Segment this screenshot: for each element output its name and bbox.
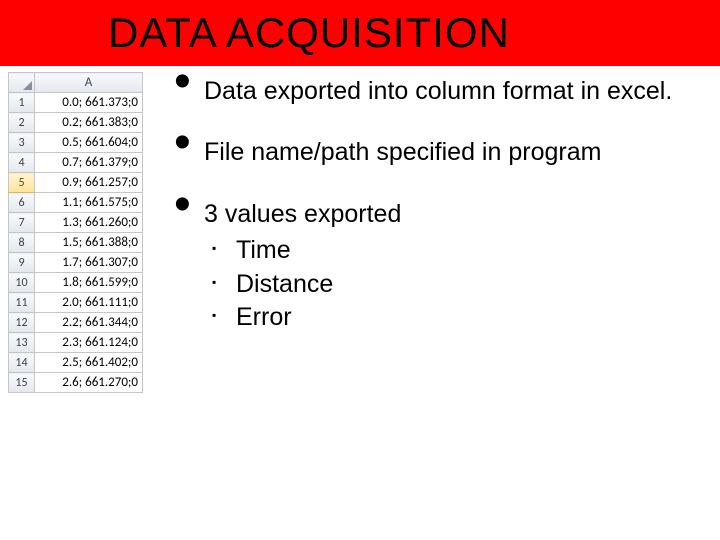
bullet-2-text: File name/path specified in program	[204, 138, 601, 166]
row-header: 7	[9, 213, 35, 233]
table-row: 91.7; 661.307;0	[9, 253, 143, 273]
cell-value: 1.3; 661.260;0	[35, 213, 143, 233]
content-area: A 10.0; 661.373;020.2; 661.383;030.5; 66…	[0, 66, 720, 540]
row-header: 4	[9, 153, 35, 173]
bullet-2: File name/path specified in program	[174, 137, 708, 168]
row-header: 8	[9, 233, 35, 253]
table-row: 40.7; 661.379;0	[9, 153, 143, 173]
sub-bullet-time: Time	[212, 234, 708, 268]
table-row: 71.3; 661.260;0	[9, 213, 143, 233]
excel-table: A 10.0; 661.373;020.2; 661.383;030.5; 66…	[8, 72, 143, 393]
sub-bullet-list: Time Distance Error	[212, 234, 708, 335]
bullet-text: Data exported into column format in exce…	[168, 66, 720, 540]
table-row: 10.0; 661.373;0	[9, 93, 143, 113]
table-row: 122.2; 661.344;0	[9, 313, 143, 333]
cell-value: 0.9; 661.257;0	[35, 173, 143, 193]
cell-value: 1.1; 661.575;0	[35, 193, 143, 213]
table-row: 81.5; 661.388;0	[9, 233, 143, 253]
sub-bullet-error: Error	[212, 301, 708, 335]
row-header: 13	[9, 333, 35, 353]
slide: DATA ACQUISITION A 10.0; 661.373;020.2; …	[0, 0, 720, 540]
row-header: 10	[9, 273, 35, 293]
table-row: 20.2; 661.383;0	[9, 113, 143, 133]
select-all-corner	[9, 73, 35, 93]
table-row: 101.8; 661.599;0	[9, 273, 143, 293]
table-row: 30.5; 661.604;0	[9, 133, 143, 153]
table-row: 61.1; 661.575;0	[9, 193, 143, 213]
bullet-1: Data exported into column format in exce…	[174, 76, 708, 107]
row-header: 11	[9, 293, 35, 313]
slide-title: DATA ACQUISITION	[108, 9, 510, 57]
bullet-1-text: Data exported into column format in exce…	[204, 77, 672, 105]
cell-value: 2.5; 661.402;0	[35, 353, 143, 373]
cell-value: 0.0; 661.373;0	[35, 93, 143, 113]
bullet-3-text: 3 values exported	[204, 200, 401, 228]
row-header: 1	[9, 93, 35, 113]
cell-value: 2.3; 661.124;0	[35, 333, 143, 353]
row-header: 14	[9, 353, 35, 373]
cell-value: 1.7; 661.307;0	[35, 253, 143, 273]
column-header-A: A	[35, 73, 143, 93]
cell-value: 0.5; 661.604;0	[35, 133, 143, 153]
row-header: 6	[9, 193, 35, 213]
row-header: 9	[9, 253, 35, 273]
table-row: 132.3; 661.124;0	[9, 333, 143, 353]
cell-value: 2.2; 661.344;0	[35, 313, 143, 333]
bullet-list: Data exported into column format in exce…	[174, 76, 708, 335]
cell-value: 1.5; 661.388;0	[35, 233, 143, 253]
table-row: 50.9; 661.257;0	[9, 173, 143, 193]
bullet-3: 3 values exported Time Distance Error	[174, 199, 708, 336]
cell-value: 2.0; 661.111;0	[35, 293, 143, 313]
cell-value: 0.7; 661.379;0	[35, 153, 143, 173]
spreadsheet-snippet: A 10.0; 661.373;020.2; 661.383;030.5; 66…	[0, 66, 168, 540]
row-header: 12	[9, 313, 35, 333]
row-header: 3	[9, 133, 35, 153]
row-header: 5	[9, 173, 35, 193]
row-header: 2	[9, 113, 35, 133]
cell-value: 0.2; 661.383;0	[35, 113, 143, 133]
table-row: 142.5; 661.402;0	[9, 353, 143, 373]
table-row: 112.0; 661.111;0	[9, 293, 143, 313]
cell-value: 1.8; 661.599;0	[35, 273, 143, 293]
sub-bullet-distance: Distance	[212, 268, 708, 302]
row-header: 15	[9, 373, 35, 393]
title-bar: DATA ACQUISITION	[0, 0, 720, 66]
table-row: 152.6; 661.270;0	[9, 373, 143, 393]
cell-value: 2.6; 661.270;0	[35, 373, 143, 393]
